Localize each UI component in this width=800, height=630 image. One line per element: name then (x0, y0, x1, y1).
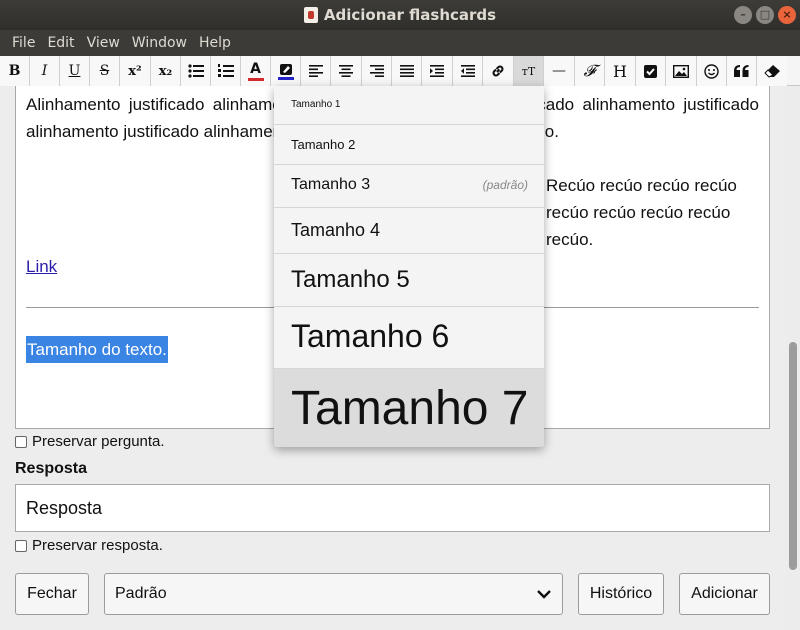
align-right-icon (369, 65, 384, 77)
text-color-swatch (247, 77, 264, 81)
menu-window[interactable]: Window (126, 30, 193, 56)
bullet-list-icon (187, 64, 204, 78)
eraser-icon (764, 64, 780, 78)
cloze-button[interactable] (636, 56, 666, 86)
emoji-button[interactable] (697, 56, 727, 86)
window-title: Adicionar flashcards (323, 6, 497, 24)
menu-edit[interactable]: Edit (41, 30, 80, 56)
preserve-answer-label: Preservar resposta. (32, 537, 163, 554)
smiley-icon (704, 63, 719, 79)
blockquote-button[interactable] (727, 56, 757, 86)
ordered-list-button[interactable] (211, 56, 241, 86)
add-button[interactable]: Adicionar (679, 573, 770, 615)
answer-field[interactable]: Resposta (15, 484, 770, 532)
indent-button[interactable] (422, 56, 453, 86)
unordered-list-button[interactable] (181, 56, 211, 86)
font-size-option-7[interactable]: Tamanho 7 (274, 369, 544, 447)
align-right-button[interactable] (362, 56, 392, 86)
link-button[interactable] (483, 56, 514, 86)
outdent-icon (460, 65, 475, 77)
image-icon (673, 64, 689, 78)
align-center-icon (339, 65, 353, 77)
answer-heading: Resposta (15, 460, 88, 477)
font-size-button[interactable]: ᴛT (514, 56, 544, 86)
subscript-button[interactable]: x₂ (151, 56, 181, 86)
checkbox-icon (644, 64, 657, 78)
font-size-option-2[interactable]: Tamanho 2 (274, 125, 544, 165)
bold-button[interactable]: B (0, 56, 30, 86)
align-center-button[interactable] (331, 56, 362, 86)
align-justify-button[interactable] (392, 56, 422, 86)
menu-view[interactable]: View (81, 30, 126, 56)
default-size-note: (padrão) (482, 178, 528, 192)
font-size-option-label: Tamanho 1 (291, 99, 341, 110)
font-size-option-label: Tamanho 4 (291, 220, 381, 240)
font-size-option-label: Tamanho 6 (291, 318, 450, 354)
highlight-color-button[interactable] (271, 56, 301, 86)
font-size-option-5[interactable]: Tamanho 5 (274, 254, 544, 307)
font-size-option-6[interactable]: Tamanho 6 (274, 307, 544, 369)
italic-button[interactable]: I (30, 56, 60, 86)
deck-select-value: Padrão (115, 585, 167, 602)
highlight-color-swatch (277, 76, 294, 80)
clear-formatting-button[interactable] (757, 56, 787, 86)
align-left-button[interactable] (301, 56, 331, 86)
preserve-question-checkbox[interactable] (15, 436, 27, 448)
selected-text[interactable]: Tamanho do texto. (26, 336, 168, 363)
numbered-list-icon (217, 64, 234, 77)
align-justify-icon (399, 65, 414, 77)
horizontal-rule-button[interactable]: — (544, 56, 575, 86)
menu-help[interactable]: Help (193, 30, 237, 56)
preserve-question-label: Preservar pergunta. (32, 433, 165, 450)
window-controls: – □ × (734, 6, 796, 24)
close-icon[interactable]: × (778, 6, 796, 24)
menubar: File Edit View Window Help (0, 30, 800, 56)
maximize-icon[interactable]: □ (756, 6, 774, 24)
indented-paragraph[interactable]: Recúo recúo recúo recúo recúo recúo recú… (546, 172, 751, 253)
highlighter-icon (279, 63, 292, 75)
font-size-option-label: Tamanho 2 (291, 137, 356, 152)
align-left-icon (308, 65, 323, 77)
mathjax-button[interactable]: 𝓕 (575, 56, 605, 86)
preserve-answer-checkbox[interactable] (15, 540, 27, 552)
link-icon (492, 65, 504, 77)
indent-icon (430, 65, 444, 77)
outdent-button[interactable] (453, 56, 483, 86)
image-button[interactable] (666, 56, 697, 86)
text-color-button[interactable]: A (241, 56, 271, 86)
deck-select[interactable]: Padrão (104, 573, 563, 615)
html-editor-button[interactable]: H (605, 56, 636, 86)
font-size-option-3[interactable]: Tamanho 3 (padrão) (274, 165, 544, 208)
font-size-option-4[interactable]: Tamanho 4 (274, 208, 544, 254)
font-size-option-label: Tamanho 5 (291, 266, 410, 293)
underline-button[interactable]: U (60, 56, 90, 86)
minimize-icon[interactable]: – (734, 6, 752, 24)
window-titlebar: Adicionar flashcards – □ × (0, 0, 800, 30)
scrollbar-thumb[interactable] (789, 342, 797, 570)
font-size-dropdown: Tamanho 1 Tamanho 2 Tamanho 3 (padrão) T… (274, 86, 544, 447)
formatting-toolbar: B I U S x² x₂ A ᴛT — 𝓕 H (0, 56, 800, 86)
strikethrough-button[interactable]: S (90, 56, 120, 86)
font-size-option-label: Tamanho 3 (291, 176, 371, 193)
app-icon (303, 7, 318, 23)
history-button[interactable]: Histórico (578, 573, 664, 615)
close-button[interactable]: Fechar (15, 573, 89, 615)
menu-file[interactable]: File (6, 30, 41, 56)
text-color-icon: A (250, 60, 261, 77)
font-size-option-label: Tamanho 7 (291, 382, 529, 435)
font-size-option-1[interactable]: Tamanho 1 (274, 86, 544, 125)
superscript-button[interactable]: x² (120, 56, 151, 86)
chevron-down-icon (537, 590, 551, 599)
quote-icon (734, 65, 749, 77)
editor-link[interactable]: Link (26, 253, 57, 280)
